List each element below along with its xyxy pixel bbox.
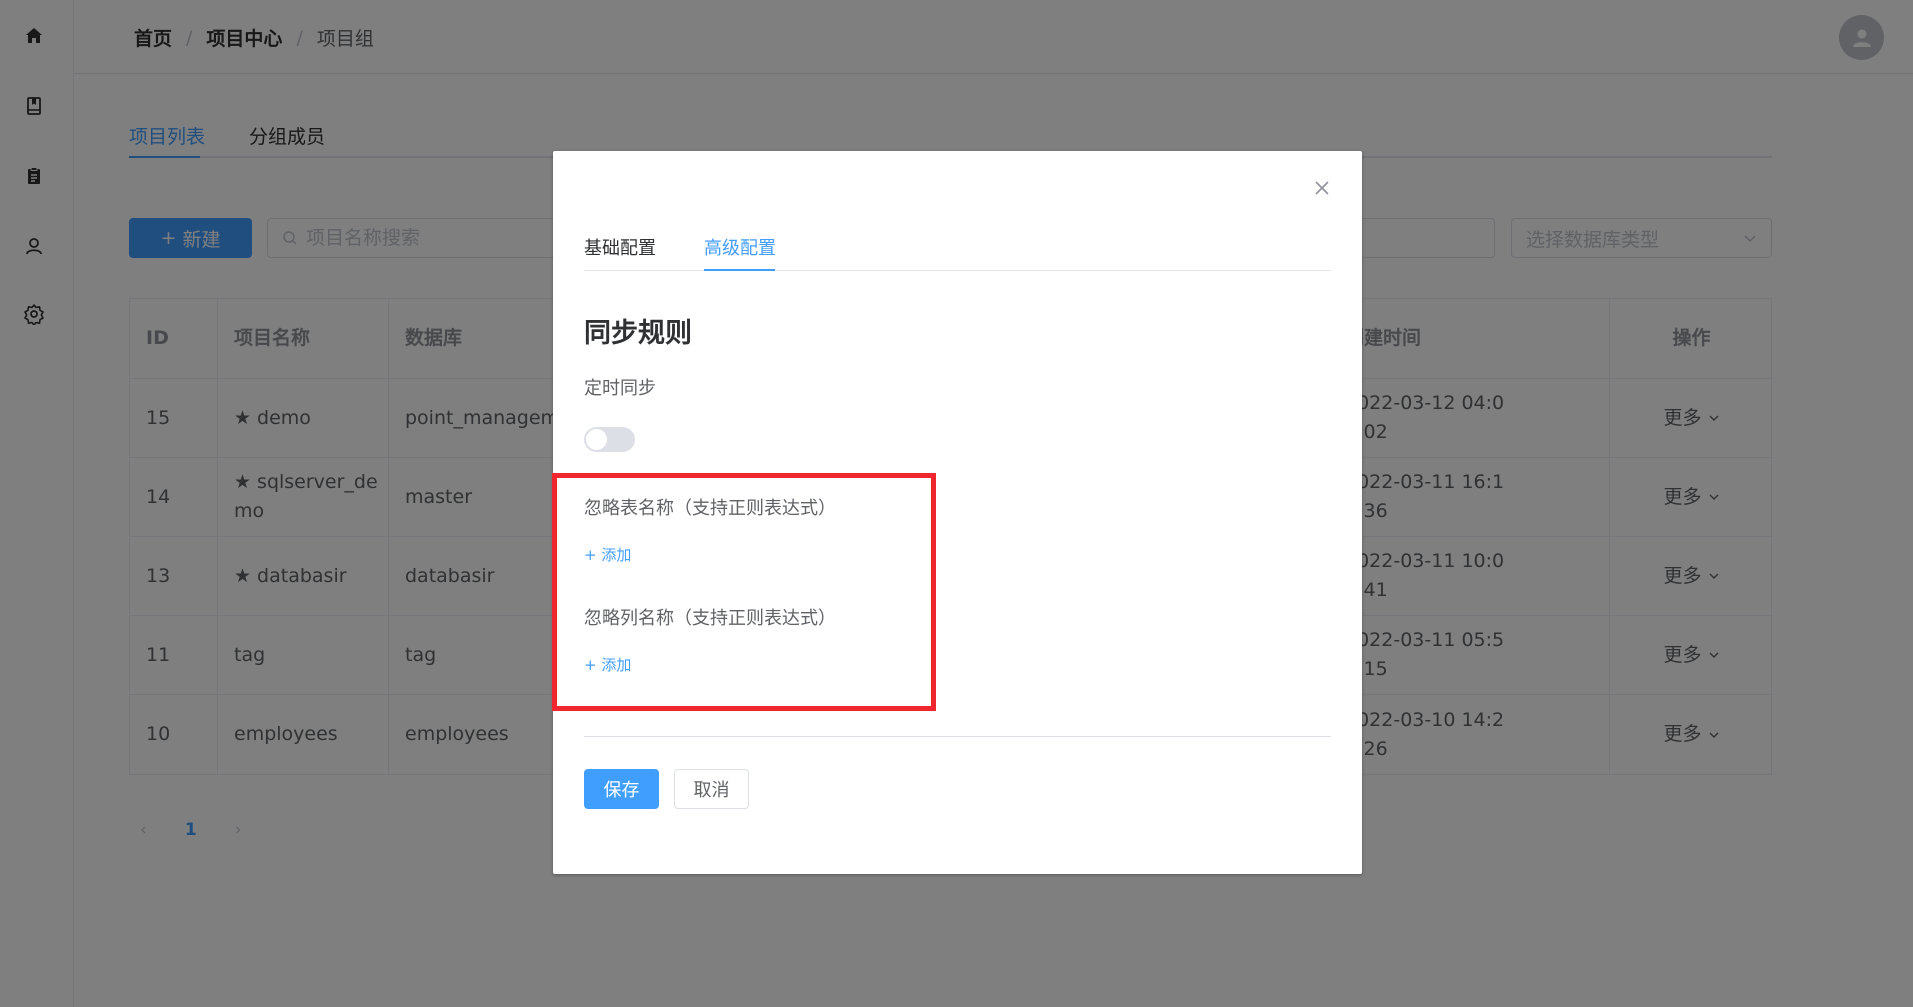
- scheduled-sync-label: 定时同步: [584, 378, 656, 399]
- dialog-divider: [584, 736, 1331, 737]
- save-button[interactable]: 保存: [584, 769, 659, 809]
- add-ignore-table-button[interactable]: + 添加: [584, 544, 631, 565]
- dialog-tabs: 基础配置 高级配置: [584, 231, 1331, 271]
- cancel-button[interactable]: 取消: [674, 769, 749, 809]
- ignore-tables-label: 忽略表名称（支持正则表达式）: [584, 498, 836, 519]
- tab-advanced-config[interactable]: 高级配置: [704, 234, 776, 260]
- project-config-dialog: 基础配置 高级配置 同步规则 定时同步 忽略表名称（支持正则表达式） + 添加 …: [553, 151, 1362, 874]
- toggle-knob: [586, 429, 607, 450]
- ignore-columns-label: 忽略列名称（支持正则表达式）: [584, 608, 836, 629]
- dialog-tab-active-indicator: [704, 269, 775, 271]
- scheduled-sync-toggle[interactable]: [584, 427, 635, 452]
- tab-basic-config[interactable]: 基础配置: [584, 234, 656, 260]
- close-icon[interactable]: [1309, 175, 1335, 201]
- section-title: 同步规则: [584, 318, 692, 349]
- add-ignore-column-button[interactable]: + 添加: [584, 654, 631, 675]
